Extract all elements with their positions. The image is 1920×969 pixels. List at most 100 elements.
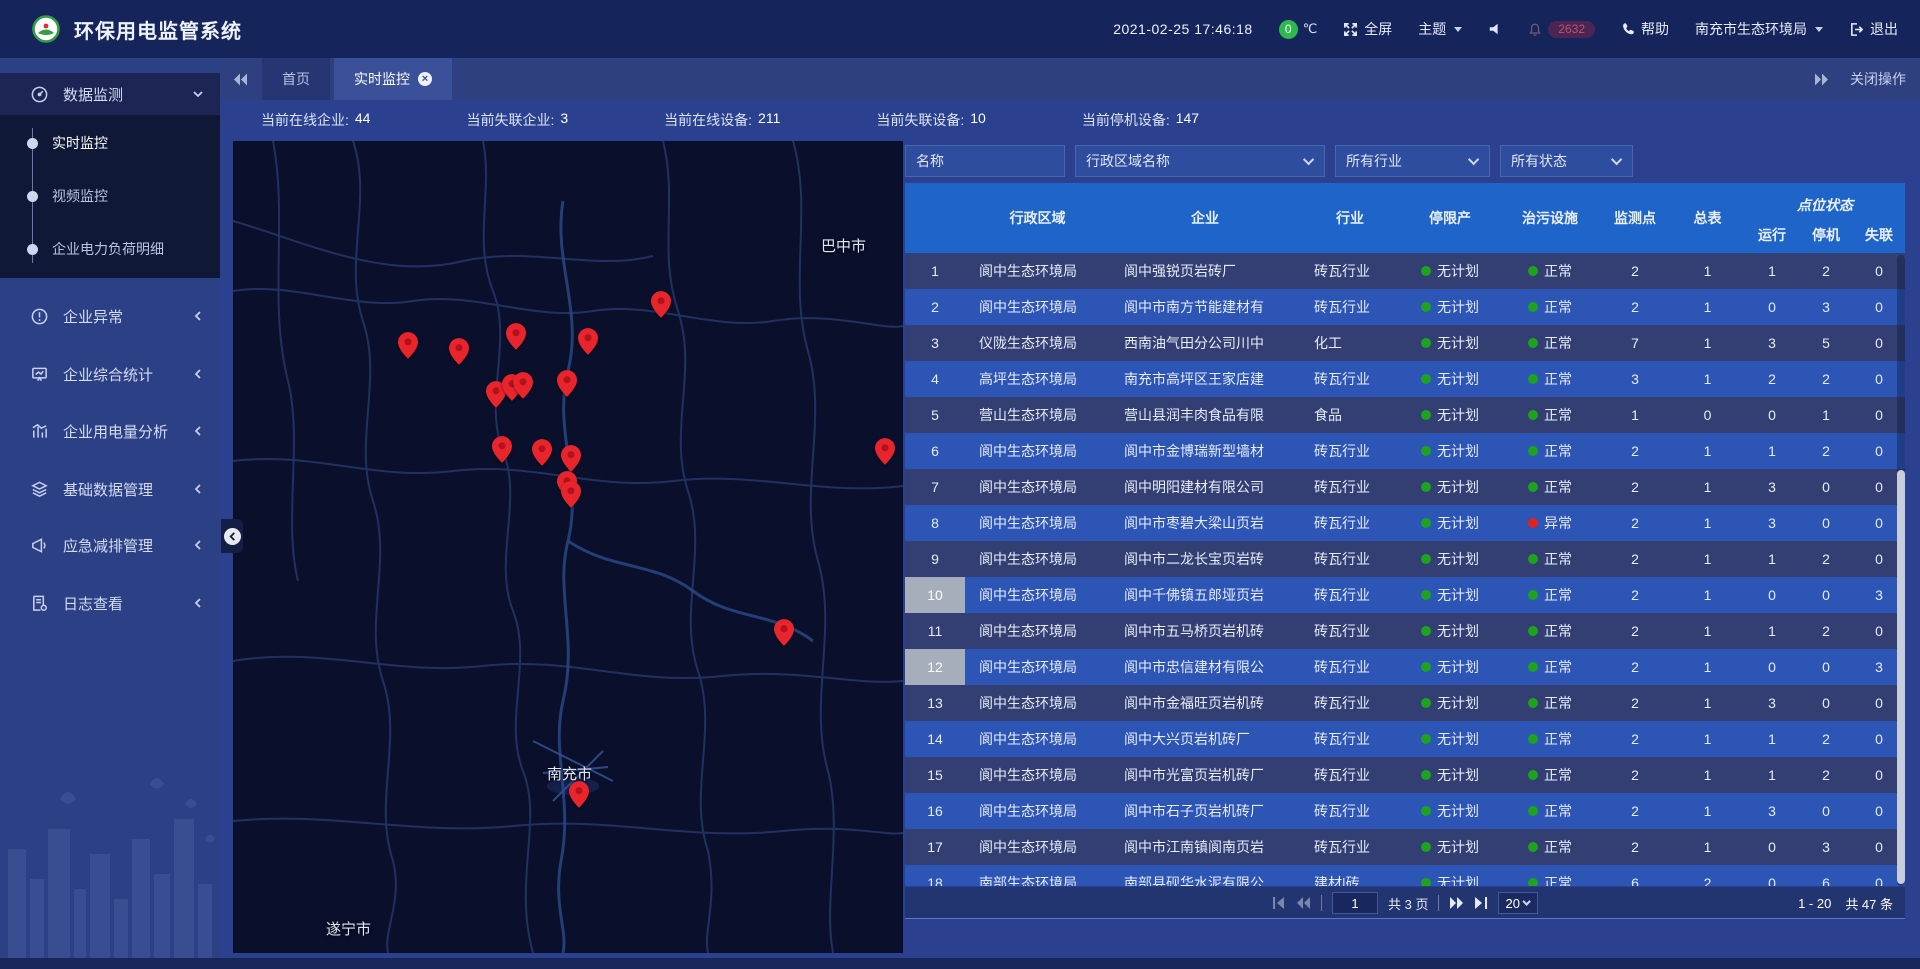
map-pin-icon[interactable]: [569, 781, 589, 808]
map-pin-icon[interactable]: [532, 439, 552, 466]
sidebar-item-enterprise-abnormal[interactable]: 企业异常: [0, 299, 220, 333]
table-row[interactable]: 16阆中生态环境局阆中市石子页岩机砖厂砖瓦行业无计划正常21300: [905, 793, 1905, 829]
page-size-select[interactable]: 20: [1499, 892, 1538, 914]
notification-button[interactable]: 2632: [1528, 21, 1595, 38]
status-dot-icon: [1421, 590, 1431, 600]
map-pin-icon[interactable]: [578, 328, 598, 355]
chevron-left-icon: [192, 483, 204, 495]
scrollbar-thumb[interactable]: [1897, 470, 1905, 884]
table-row[interactable]: 13阆中生态环境局阆中市金福旺页岩机砖砖瓦行业无计划正常21300: [905, 685, 1905, 721]
table-cell: 4: [905, 361, 965, 397]
table-row[interactable]: 6阆中生态环境局阆中市金博瑞新型墙材砖瓦行业无计划正常21120: [905, 433, 1905, 469]
table-row[interactable]: 9阆中生态环境局阆中市二龙长宝页岩砖砖瓦行业无计划正常21120: [905, 541, 1905, 577]
table-cell: 3: [1745, 685, 1799, 721]
table-row[interactable]: 8阆中生态环境局阆中市枣碧大梁山页岩砖瓦行业无计划异常21300: [905, 505, 1905, 541]
table-cell: 正常: [1500, 721, 1600, 757]
table-cell: 2: [1600, 433, 1670, 469]
tabs-scroll-left-button[interactable]: [220, 58, 262, 100]
table-cell: 南充市高坪区王家店建: [1110, 361, 1300, 397]
double-chevron-right-icon[interactable]: [1814, 73, 1828, 86]
mute-button[interactable]: [1488, 22, 1502, 36]
map-pin-icon[interactable]: [398, 332, 418, 359]
help-button[interactable]: 帮助: [1621, 19, 1669, 39]
sidebar-item-emergency-reduction[interactable]: 应急减排管理: [0, 528, 220, 562]
sidebar-item-enterprise-statistics[interactable]: 企业综合统计: [0, 357, 220, 391]
table-cell: 建材|砖: [1300, 865, 1400, 886]
sidebar-item-video-monitor[interactable]: 视频监控: [0, 186, 220, 206]
table-row[interactable]: 4高坪生态环境局南充市高坪区王家店建砖瓦行业无计划正常31220: [905, 361, 1905, 397]
table-cell: 无计划: [1400, 865, 1500, 886]
table-cell: 化工: [1300, 325, 1400, 361]
table-row[interactable]: 12阆中生态环境局阆中市忠信建材有限公砖瓦行业无计划正常21003: [905, 649, 1905, 685]
table-cell: 阆中生态环境局: [965, 829, 1110, 865]
table-cell: 2: [1799, 253, 1853, 289]
sidebar-item-realtime-monitor[interactable]: 实时监控: [0, 133, 220, 153]
table-row[interactable]: 14阆中生态环境局阆中大兴页岩机砖厂砖瓦行业无计划正常21120: [905, 721, 1905, 757]
map-pin-icon[interactable]: [492, 436, 512, 463]
column-running: 运行: [1745, 217, 1799, 253]
table-row[interactable]: 17阆中生态环境局阆中市江南镇阆南页岩砖瓦行业无计划正常21030: [905, 829, 1905, 865]
chevron-left-icon: [192, 310, 204, 322]
table-cell: 正常: [1500, 433, 1600, 469]
sidebar-item-log-view[interactable]: 日志查看: [0, 586, 220, 620]
map-pin-icon[interactable]: [561, 481, 581, 508]
map-pin-icon[interactable]: [449, 338, 469, 365]
table-row[interactable]: 1阆中生态环境局阆中强锐页岩砖厂砖瓦行业无计划正常21120: [905, 253, 1905, 289]
map-pin-icon[interactable]: [506, 323, 526, 350]
column-total-meter: 总表: [1670, 183, 1745, 253]
table-row[interactable]: 15阆中生态环境局阆中市光富页岩机砖厂砖瓦行业无计划正常21120: [905, 757, 1905, 793]
close-tab-icon[interactable]: ×: [418, 72, 432, 86]
prev-page-button[interactable]: [1296, 897, 1311, 909]
map-pin-icon[interactable]: [557, 370, 577, 397]
sidebar-item-base-data[interactable]: 基础数据管理: [0, 472, 220, 506]
sidebar-item-power-load-detail[interactable]: 企业电力负荷明细: [0, 239, 220, 259]
sidebar-item-power-analysis[interactable]: 企业用电量分析: [0, 414, 220, 448]
stats-bar: 当前在线企业:44 当前失联企业:3 当前在线设备:211 当前失联设备:10 …: [220, 100, 1920, 140]
name-search-input[interactable]: [905, 145, 1065, 177]
status-dot-icon: [1421, 410, 1431, 420]
map-pin-icon[interactable]: [875, 438, 895, 465]
map-pin-icon[interactable]: [513, 372, 533, 399]
page-number-input[interactable]: 1: [1332, 892, 1378, 914]
table-cell: 2: [1600, 829, 1670, 865]
fullscreen-label: 全屏: [1364, 19, 1392, 39]
industry-select[interactable]: 所有行业: [1335, 145, 1490, 177]
table-cell: 0: [1799, 469, 1853, 505]
tab-realtime-monitor[interactable]: 实时监控 ×: [334, 58, 452, 100]
table-cell: 1: [905, 253, 965, 289]
table-cell: 阆中生态环境局: [965, 433, 1110, 469]
theme-dropdown[interactable]: 主题: [1418, 19, 1462, 39]
map-panel[interactable]: 巴中市 南充市 遂宁市: [233, 141, 903, 953]
table-cell: 7: [905, 469, 965, 505]
table-cell: 1: [1745, 613, 1799, 649]
fullscreen-button[interactable]: 全屏: [1343, 19, 1392, 39]
logout-button[interactable]: 退出: [1849, 19, 1898, 39]
filter-bar: 行政区域名称 所有行业 所有状态: [905, 145, 1905, 177]
table-row[interactable]: 3仪陇生态环境局西南油气田分公司川中化工无计划正常71350: [905, 325, 1905, 361]
table-cell: 砖瓦行业: [1300, 613, 1400, 649]
table-row[interactable]: 10阆中生态环境局阆中千佛镇五郎垭页岩砖瓦行业无计划正常21003: [905, 577, 1905, 613]
next-page-button[interactable]: [1450, 897, 1465, 909]
table-row[interactable]: 11阆中生态环境局阆中市五马桥页岩机砖砖瓦行业无计划正常21120: [905, 613, 1905, 649]
first-page-button[interactable]: [1272, 897, 1286, 909]
map-pin-icon[interactable]: [561, 445, 581, 472]
map-collapse-handle[interactable]: [221, 519, 243, 553]
status-select[interactable]: 所有状态: [1500, 145, 1633, 177]
table-cell: 0: [1745, 577, 1799, 613]
map-pin-icon[interactable]: [651, 291, 671, 318]
sidebar-item-data-monitor[interactable]: 数据监测: [0, 77, 220, 111]
tab-home[interactable]: 首页: [262, 58, 330, 100]
table-cell: 南部县砚华水泥有限公: [1110, 865, 1300, 886]
table-cell: 1: [1670, 361, 1745, 397]
table-cell: 0: [1799, 685, 1853, 721]
table-row[interactable]: 18南部生态环境局南部县砚华水泥有限公建材|砖无计划正常62060: [905, 865, 1905, 886]
table-row[interactable]: 7阆中生态环境局阆中明阳建材有限公司砖瓦行业无计划正常21300: [905, 469, 1905, 505]
map-pin-icon[interactable]: [774, 619, 794, 646]
column-company: 企业: [1110, 183, 1300, 253]
last-page-button[interactable]: [1475, 897, 1489, 909]
table-row[interactable]: 5营山生态环境局营山县润丰肉食品有限食品无计划正常10010: [905, 397, 1905, 433]
region-select[interactable]: 行政区域名称: [1075, 145, 1325, 177]
table-row[interactable]: 2阆中生态环境局阆中市南方节能建材有砖瓦行业无计划正常21030: [905, 289, 1905, 325]
close-operations-button[interactable]: 关闭操作: [1850, 69, 1906, 89]
org-dropdown[interactable]: 南充市生态环境局: [1695, 19, 1823, 39]
